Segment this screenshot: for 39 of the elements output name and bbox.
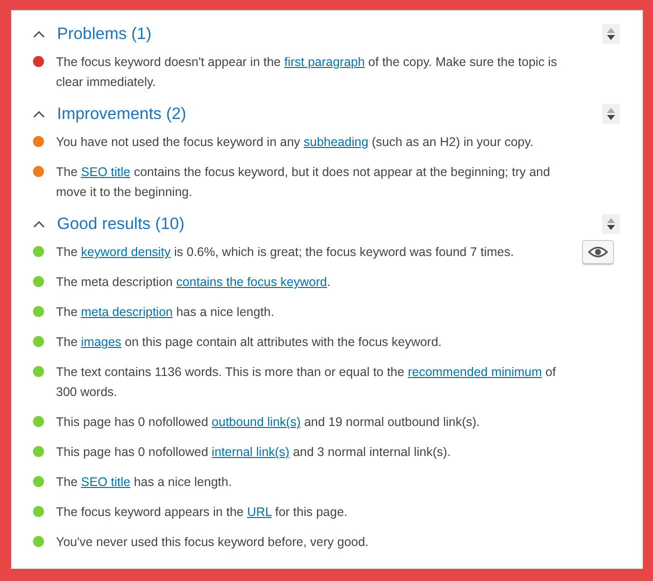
sort-button[interactable] xyxy=(602,104,620,124)
text-link[interactable]: first paragraph xyxy=(284,55,365,69)
chevron-up-icon[interactable] xyxy=(33,220,45,228)
result-text: This page has 0 nofollowed outbound link(s) and 19 normal outbound link(s). xyxy=(56,414,481,431)
text-link[interactable]: internal link(s) xyxy=(212,445,290,459)
sort-button[interactable] xyxy=(602,214,620,234)
text-link[interactable]: subheading xyxy=(304,135,368,149)
result-text: The SEO title has a nice length. xyxy=(56,474,233,491)
text-link[interactable]: SEO title xyxy=(81,475,130,489)
sort-arrows-icon xyxy=(607,217,615,231)
result-text: The focus keyword appears in the URL for this page. xyxy=(56,504,348,521)
result-text: This page has 0 nofollowed internal link(s) and 3 normal internal link(s). xyxy=(56,444,452,461)
sort-arrows-icon xyxy=(607,107,615,121)
sort-arrows-icon xyxy=(607,27,615,41)
text-link[interactable]: contains the focus keyword xyxy=(176,275,327,289)
result-text: The focus keyword doesn't appear in the first paragraph of the copy. Make sure the topic is clear immediately. xyxy=(56,54,558,91)
text-link[interactable]: images xyxy=(81,335,122,349)
chevron-up-icon[interactable] xyxy=(33,30,45,38)
result-text: The text contains 1136 words. This is more than or equal to the recommended minimum of 300 words. xyxy=(56,364,557,401)
result-text: You've never used this focus keyword before, very good. xyxy=(56,534,370,551)
chevron-up-icon[interactable] xyxy=(33,110,45,118)
section-heading[interactable]: Problems (1) xyxy=(57,22,602,46)
result-text: The meta description contains the focus keyword. xyxy=(56,274,332,291)
section-heading[interactable]: Good results (10) xyxy=(57,212,602,236)
section-heading[interactable]: Improvements (2) xyxy=(57,102,602,126)
result-text: The SEO title contains the focus keyword, but it does not appear at the beginning; try and move it to the beginning. xyxy=(56,164,552,201)
eye-button[interactable] xyxy=(582,240,614,264)
result-text: The images on this page contain alt attributes with the focus keyword. xyxy=(56,334,443,351)
text-link[interactable]: keyword density xyxy=(81,245,171,259)
result-text: The keyword density is 0.6%, which is great; the focus keyword was found 7 times. xyxy=(56,244,515,261)
eye-icon xyxy=(588,246,608,258)
text-link[interactable]: URL xyxy=(247,505,272,519)
text-link[interactable]: meta description xyxy=(81,305,173,319)
text-link[interactable]: recommended minimum xyxy=(408,365,542,379)
text-link[interactable]: outbound link(s) xyxy=(212,415,301,429)
sort-button[interactable] xyxy=(602,24,620,44)
result-text: You have not used the focus keyword in any subheading (such as an H2) in your copy. xyxy=(56,134,534,151)
result-text: The meta description has a nice length. xyxy=(56,304,276,321)
text-link[interactable]: SEO title xyxy=(81,165,130,179)
